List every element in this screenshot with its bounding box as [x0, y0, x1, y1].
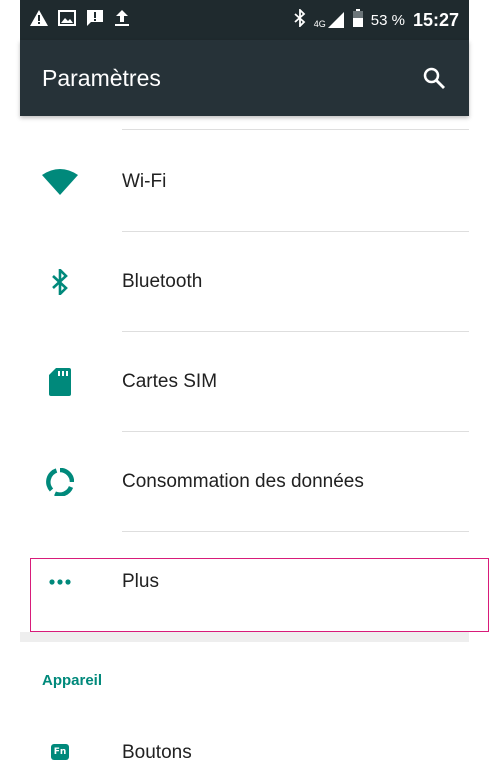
search-icon[interactable]	[419, 63, 449, 93]
bluetooth-icon	[42, 264, 78, 300]
settings-item-label: Boutons	[122, 742, 192, 763]
status-bar: 4G 53 % 15:27	[20, 0, 469, 40]
settings-item-label: Plus	[122, 571, 159, 592]
settings-item-label: Bluetooth	[122, 271, 203, 292]
settings-item-more[interactable]: Plus	[20, 532, 469, 632]
image-icon	[58, 9, 76, 31]
status-bar-left	[30, 9, 130, 32]
battery-percent: 53 %	[370, 11, 405, 29]
bluetooth-icon	[294, 7, 306, 32]
settings-item-label: Wi-Fi	[122, 171, 167, 192]
clock: 15:27	[412, 9, 459, 30]
settings-item-buttons[interactable]: Fn Boutons	[20, 730, 469, 774]
settings-item-sim-cards[interactable]: Cartes SIM	[20, 332, 469, 432]
settings-item-wifi[interactable]: Wi-Fi	[20, 132, 469, 232]
section-header-device: Appareil	[42, 672, 103, 689]
sim-card-icon	[42, 364, 78, 400]
divider	[122, 129, 469, 130]
upload-icon	[114, 9, 130, 32]
fn-key-icon: Fn	[42, 740, 78, 764]
status-bar-right: 4G 53 % 15:27	[294, 7, 459, 32]
section-separator	[20, 632, 469, 642]
network-type: 4G	[313, 19, 326, 29]
settings-item-label: Consommation des données	[122, 471, 364, 492]
wifi-icon	[42, 164, 78, 200]
more-icon	[42, 564, 78, 600]
4g-signal-icon: 4G	[314, 11, 345, 29]
data-usage-icon	[42, 464, 78, 500]
message-alert-icon	[86, 9, 104, 32]
settings-item-bluetooth[interactable]: Bluetooth	[20, 232, 469, 332]
fn-badge: Fn	[51, 744, 69, 760]
battery-icon	[352, 8, 363, 32]
warning-icon	[30, 9, 48, 31]
page-title: Paramètres	[42, 64, 161, 91]
app-bar: Paramètres	[20, 40, 469, 116]
settings-item-data-usage[interactable]: Consommation des données	[20, 432, 469, 532]
settings-item-label: Cartes SIM	[122, 371, 218, 392]
